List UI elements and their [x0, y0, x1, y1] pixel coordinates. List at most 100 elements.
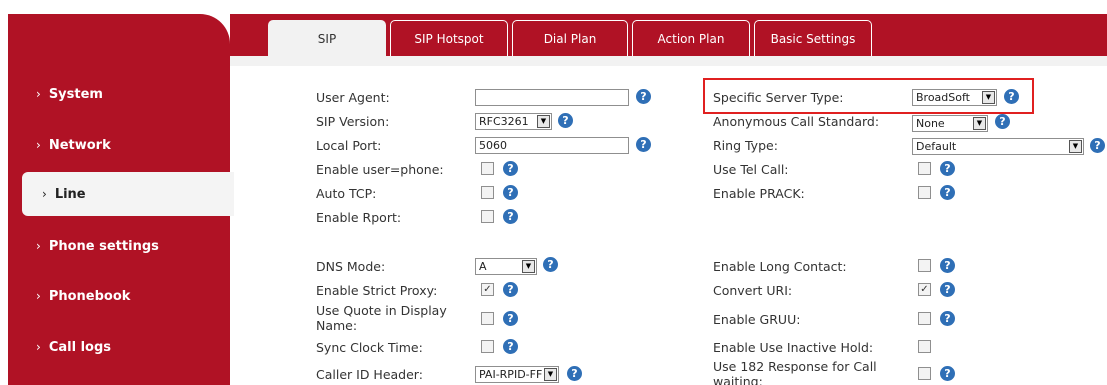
enable-strict-proxy-checkbox[interactable]: ✓ [481, 283, 494, 296]
use-tel-call-label: Use Tel Call: [713, 162, 789, 177]
ring-type-value: Default [916, 140, 957, 153]
enable-prack-label: Enable PRACK: [713, 186, 805, 201]
help-icon[interactable]: ? [636, 137, 651, 152]
help-icon[interactable]: ? [940, 185, 955, 200]
use-182-label-line2: waiting: [713, 374, 763, 385]
help-icon[interactable]: ? [1090, 138, 1105, 153]
enable-user-phone-checkbox[interactable] [481, 162, 494, 175]
dropdown-arrow-icon: ▼ [973, 117, 986, 130]
chevron-right-icon: › [36, 239, 41, 253]
sidebar-item-label: Line [54, 186, 86, 202]
chevron-right-icon: › [36, 289, 41, 303]
tab-action-plan[interactable]: Action Plan [632, 20, 750, 56]
dropdown-arrow-icon: ▼ [537, 115, 550, 128]
user-agent-label: User Agent: [316, 90, 390, 105]
sidebar-item-network[interactable]: › Network [8, 123, 230, 167]
help-icon[interactable]: ? [503, 311, 518, 326]
help-icon[interactable]: ? [1004, 89, 1019, 104]
enable-gruu-label: Enable GRUU: [713, 312, 801, 327]
enable-rport-checkbox[interactable] [481, 210, 494, 223]
dropdown-arrow-icon: ▼ [522, 260, 535, 273]
sidebar-item-label: Phone settings [48, 238, 159, 254]
dropdown-arrow-icon: ▼ [544, 368, 557, 381]
help-icon[interactable]: ? [503, 209, 518, 224]
sidebar-item-phone-settings[interactable]: › Phone settings [8, 224, 230, 268]
help-icon[interactable]: ? [558, 113, 573, 128]
help-icon[interactable]: ? [940, 258, 955, 273]
dns-mode-value: A [479, 260, 487, 273]
local-port-label: Local Port: [316, 138, 382, 153]
use-182-checkbox[interactable] [918, 367, 931, 380]
auto-tcp-checkbox[interactable] [481, 186, 494, 199]
sidebar-item-phonebook[interactable]: › Phonebook [8, 274, 230, 318]
tab-dial-plan[interactable]: Dial Plan [512, 20, 628, 56]
specific-server-type-label: Specific Server Type: [713, 90, 844, 105]
chevron-right-icon: › [36, 87, 41, 101]
sidebar-item-label: Phonebook [48, 288, 131, 304]
use-quote-label-line2: Name: [316, 318, 358, 333]
auto-tcp-label: Auto TCP: [316, 186, 377, 201]
sidebar-item-system[interactable]: › System [8, 72, 230, 116]
dns-mode-select[interactable]: A ▼ [475, 258, 537, 275]
dropdown-arrow-icon: ▼ [982, 91, 995, 104]
anonymous-call-standard-label: Anonymous Call Standard: [713, 114, 880, 129]
sidebar-item-line[interactable]: › Line [22, 172, 234, 216]
help-icon[interactable]: ? [503, 185, 518, 200]
anonymous-call-standard-select[interactable]: None ▼ [912, 115, 988, 132]
caller-id-header-select[interactable]: PAI-RPID-FF ▼ [475, 366, 559, 383]
sidebar-item-label: System [48, 86, 103, 102]
sidebar: › System › Network › Line › Phone settin… [8, 14, 234, 385]
sidebar-item-call-logs[interactable]: › Call logs [8, 325, 230, 369]
help-icon[interactable]: ? [940, 161, 955, 176]
enable-prack-checkbox[interactable] [918, 186, 931, 199]
enable-long-contact-label: Enable Long Contact: [713, 259, 847, 274]
anonymous-call-standard-value: None [916, 117, 945, 130]
tab-basic-settings[interactable]: Basic Settings [754, 20, 872, 56]
dns-mode-label: DNS Mode: [316, 259, 386, 274]
sip-version-label: SIP Version: [316, 114, 390, 129]
help-icon[interactable]: ? [503, 161, 518, 176]
enable-inactive-hold-checkbox[interactable] [918, 340, 931, 353]
help-icon[interactable]: ? [636, 89, 651, 104]
enable-rport-label: Enable Rport: [316, 210, 402, 225]
tab-sip[interactable]: SIP [268, 20, 386, 56]
tab-bar: SIP SIP Hotspot Dial Plan Action Plan Ba… [268, 20, 876, 56]
caller-id-header-label: Caller ID Header: [316, 367, 423, 382]
sip-version-select[interactable]: RFC3261 ▼ [475, 113, 552, 130]
sync-clock-checkbox[interactable] [481, 340, 494, 353]
help-icon[interactable]: ? [543, 257, 558, 272]
help-icon[interactable]: ? [940, 366, 955, 381]
enable-strict-proxy-label: Enable Strict Proxy: [316, 283, 438, 298]
help-icon[interactable]: ? [503, 339, 518, 354]
help-icon[interactable]: ? [503, 282, 518, 297]
enable-user-phone-label: Enable user=phone: [316, 162, 444, 177]
use-quote-label-line1: Use Quote in Display [316, 303, 447, 318]
enable-gruu-checkbox[interactable] [918, 312, 931, 325]
enable-long-contact-checkbox[interactable] [918, 259, 931, 272]
tab-sip-hotspot[interactable]: SIP Hotspot [390, 20, 508, 56]
sip-version-value: RFC3261 [479, 115, 529, 128]
ring-type-select[interactable]: Default ▼ [912, 138, 1084, 155]
use-182-label-line1: Use 182 Response for Call [713, 359, 877, 374]
ring-type-label: Ring Type: [713, 138, 778, 153]
chevron-right-icon: › [36, 340, 41, 354]
help-icon[interactable]: ? [940, 282, 955, 297]
chevron-right-icon: › [42, 187, 47, 201]
help-icon[interactable]: ? [567, 366, 582, 381]
help-icon[interactable]: ? [995, 114, 1010, 129]
local-port-input[interactable]: 5060 [475, 137, 629, 154]
user-agent-input[interactable] [475, 89, 629, 106]
content-band [230, 56, 1107, 66]
use-tel-call-checkbox[interactable] [918, 162, 931, 175]
convert-uri-checkbox[interactable]: ✓ [918, 283, 931, 296]
specific-server-type-value: BroadSoft [916, 91, 970, 104]
use-quote-checkbox[interactable] [481, 312, 494, 325]
help-icon[interactable]: ? [940, 311, 955, 326]
dropdown-arrow-icon: ▼ [1069, 140, 1082, 153]
enable-inactive-hold-label: Enable Use Inactive Hold: [713, 340, 874, 355]
sidebar-item-label: Network [48, 137, 111, 153]
sync-clock-label: Sync Clock Time: [316, 340, 423, 355]
specific-server-type-select[interactable]: BroadSoft ▼ [912, 89, 997, 106]
sidebar-item-label: Call logs [48, 339, 111, 355]
chevron-right-icon: › [36, 138, 41, 152]
